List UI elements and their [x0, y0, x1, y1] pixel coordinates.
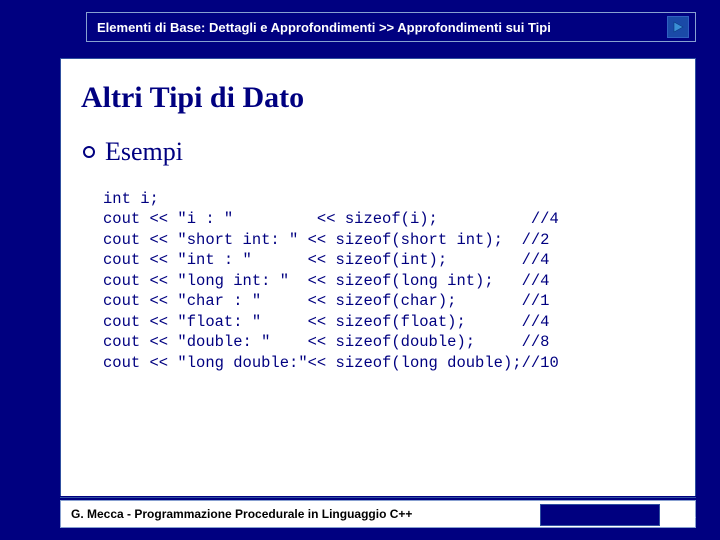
triangle-right-icon: [671, 20, 685, 34]
code-block: int i; cout << "i : " << sizeof(i); //4 …: [103, 189, 675, 373]
bullet-row: Esempi: [83, 137, 675, 167]
page-number: 32: [679, 505, 696, 522]
footer-text: G. Mecca - Programmazione Procedurale in…: [71, 507, 412, 521]
top-bar: Elementi di Base: Dettagli e Approfondim…: [86, 12, 696, 42]
next-slide-button[interactable]: [667, 16, 689, 38]
footer-accent-box: [540, 504, 660, 526]
breadcrumb: Elementi di Base: Dettagli e Approfondim…: [97, 20, 551, 35]
bullet-icon: [83, 146, 95, 158]
slide-subtitle: Esempi: [105, 137, 183, 167]
separator-line: [60, 497, 696, 498]
slide-title: Altri Tipi di Dato: [81, 81, 675, 115]
slide-body: Altri Tipi di Dato Esempi int i; cout <<…: [60, 58, 696, 496]
